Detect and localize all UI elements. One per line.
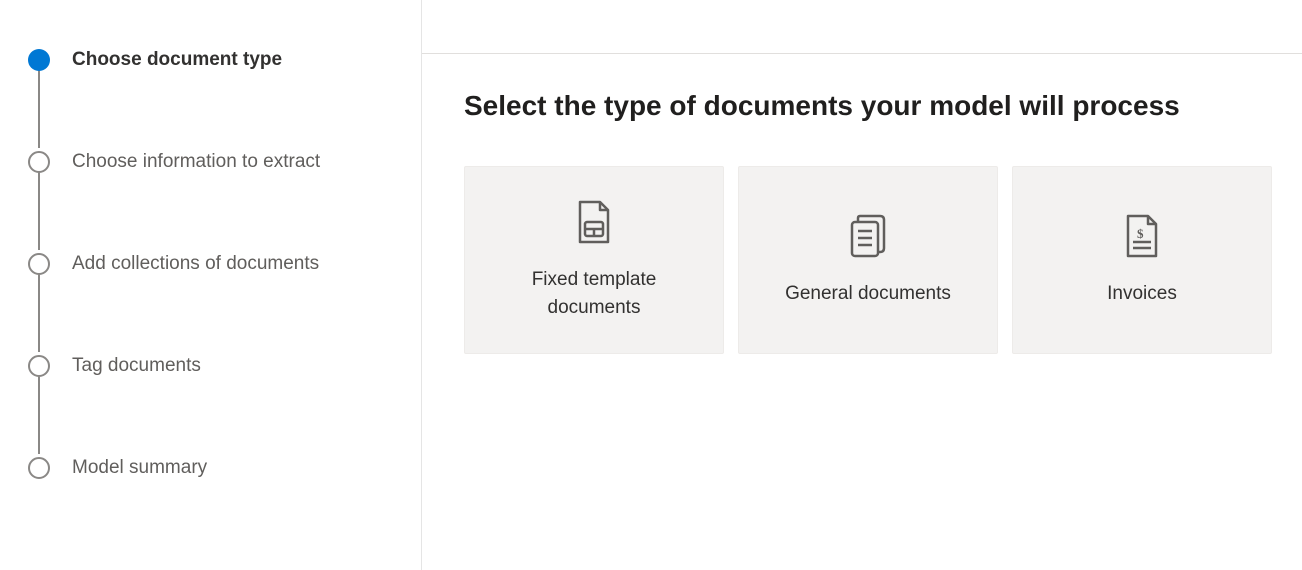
- page-title: Select the type of documents your model …: [464, 90, 1272, 122]
- step-label: Choose document type: [72, 49, 282, 71]
- card-label: Invoices: [1107, 280, 1177, 309]
- card-fixed-template[interactable]: Fixed template documents: [464, 166, 724, 354]
- step-indicator-pending-icon: [28, 355, 50, 377]
- step-indicator-pending-icon: [28, 151, 50, 173]
- header-divider: [422, 0, 1302, 54]
- step-tag-documents[interactable]: Tag documents: [28, 354, 401, 378]
- step-list: Choose document type Choose information …: [28, 48, 401, 480]
- step-connector: [38, 70, 40, 148]
- step-indicator-active-icon: [28, 49, 50, 71]
- step-label: Model summary: [72, 457, 207, 479]
- document-template-icon: [572, 198, 616, 246]
- document-invoice-icon: $: [1120, 212, 1164, 260]
- step-indicator-pending-icon: [28, 253, 50, 275]
- step-indicator-pending-icon: [28, 457, 50, 479]
- card-general-documents[interactable]: General documents: [738, 166, 998, 354]
- step-model-summary[interactable]: Model summary: [28, 456, 401, 480]
- document-type-cards: Fixed template documents General documen…: [464, 166, 1272, 354]
- main-content: Select the type of documents your model …: [422, 54, 1302, 384]
- step-connector: [38, 376, 40, 454]
- step-label: Tag documents: [72, 355, 201, 377]
- main-panel: Select the type of documents your model …: [422, 0, 1302, 570]
- step-add-collections[interactable]: Add collections of documents: [28, 252, 401, 276]
- wizard-sidebar: Choose document type Choose information …: [0, 0, 422, 570]
- svg-text:$: $: [1137, 226, 1144, 241]
- card-label: General documents: [785, 280, 951, 309]
- step-label: Add collections of documents: [72, 253, 319, 275]
- document-general-icon: [846, 212, 890, 260]
- step-choose-information[interactable]: Choose information to extract: [28, 150, 401, 174]
- step-connector: [38, 172, 40, 250]
- step-connector: [38, 274, 40, 352]
- step-label: Choose information to extract: [72, 151, 320, 173]
- card-label: Fixed template documents: [485, 266, 703, 323]
- step-choose-document-type[interactable]: Choose document type: [28, 48, 401, 72]
- card-invoices[interactable]: $ Invoices: [1012, 166, 1272, 354]
